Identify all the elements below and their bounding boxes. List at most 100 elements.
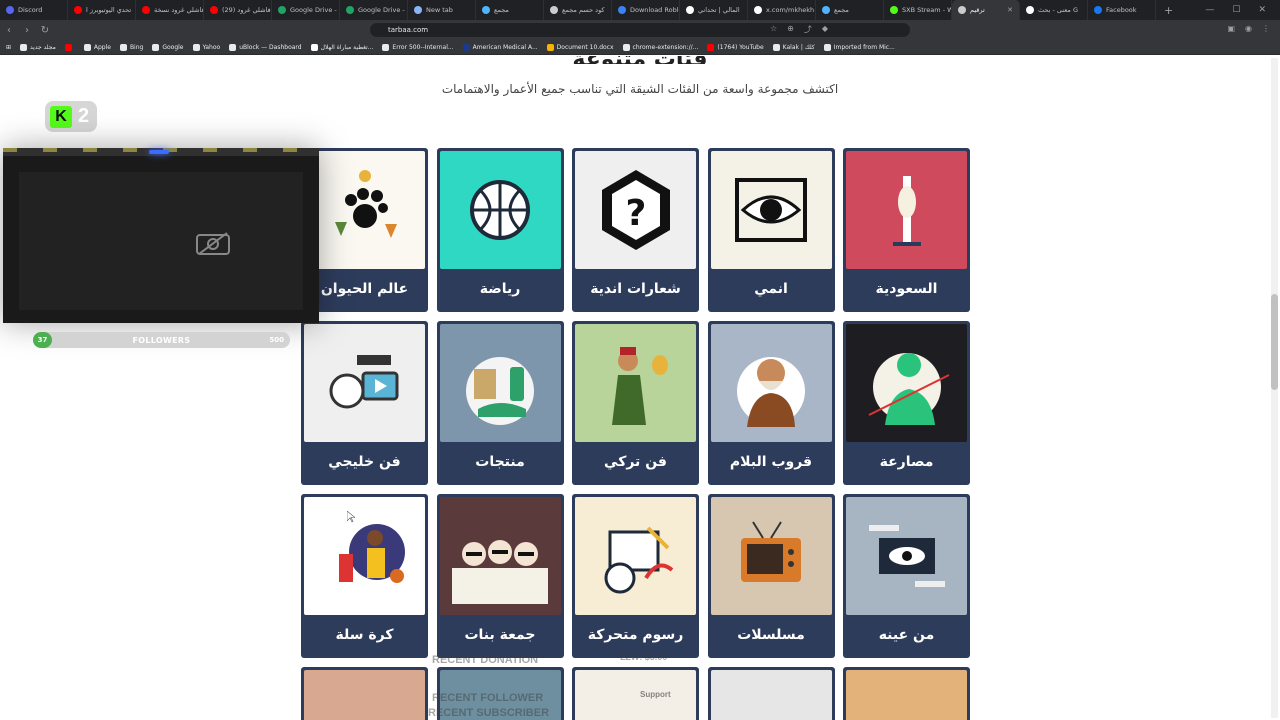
- category-card[interactable]: مسلسلات: [707, 494, 835, 658]
- back-icon[interactable]: ‹: [0, 25, 18, 36]
- bookmark-favicon-icon: [64, 43, 72, 51]
- svg-text:?: ?: [625, 193, 646, 234]
- new-tab-button[interactable]: +: [1156, 4, 1181, 17]
- bookmark-item[interactable]: [64, 43, 75, 51]
- recent-subscriber-label: RECENT SUBSCRIBER: [428, 707, 550, 719]
- category-card[interactable]: رياضة: [436, 148, 564, 312]
- browser-tab[interactable]: مجمع: [816, 0, 884, 20]
- category-card[interactable]: ? شعارات اندية: [572, 148, 699, 312]
- maximize-icon[interactable]: ☐: [1232, 5, 1240, 15]
- category-card[interactable]: السعودية: [843, 148, 970, 312]
- bookmark-item[interactable]: Error 500--Internal...: [382, 43, 454, 51]
- browser-tab[interactable]: Discord: [0, 0, 68, 20]
- zoom-icon[interactable]: ⊕: [787, 24, 794, 35]
- category-card[interactable]: عالم الحيوان: [301, 148, 428, 312]
- extensions-puzzle-icon[interactable]: ▣: [1227, 24, 1235, 33]
- tab-label: فاشلي غرود نسخة: [154, 6, 204, 14]
- basketball-icon: [304, 497, 425, 615]
- category-card[interactable]: منتجات: [436, 321, 564, 485]
- browser-tab[interactable]: x.com/mkhekh: [748, 0, 816, 20]
- category-label: رياضة: [479, 281, 521, 297]
- tab-favicon-icon: [346, 6, 354, 14]
- bookmark-item[interactable]: Apple: [83, 43, 111, 51]
- bookmark-item[interactable]: American Medical A...: [462, 43, 538, 51]
- bookmark-item[interactable]: Bing: [119, 43, 143, 51]
- tab-favicon-icon: [74, 6, 82, 14]
- bookmark-item[interactable]: تغطية مباراة الهلال...: [310, 43, 373, 51]
- extension-icon[interactable]: ◆: [822, 24, 828, 35]
- browser-tab[interactable]: فاشلي غرود نسخة: [136, 0, 204, 20]
- browser-tab[interactable]: Google Drive -: [340, 0, 408, 20]
- category-card[interactable]: [707, 667, 835, 720]
- bookmark-item[interactable]: Google: [152, 43, 184, 51]
- page-subtitle: اكتشف مجموعة واسعة من الفئات الشيقة التي…: [441, 82, 839, 96]
- tab-label: معنى - بحث G: [1038, 6, 1078, 14]
- category-card[interactable]: [572, 667, 699, 720]
- browser-tab[interactable]: Google Drive -: [272, 0, 340, 20]
- bookmark-label: مجلد جديد: [30, 43, 56, 51]
- browser-tab[interactable]: معنى - بحث G: [1020, 0, 1088, 20]
- animation-icon: [575, 497, 696, 615]
- browser-tab[interactable]: New tab: [408, 0, 476, 20]
- bookmark-favicon-icon: [462, 43, 470, 51]
- tab-favicon-icon: [550, 6, 558, 14]
- bookmark-item[interactable]: chrome-extension://...: [622, 43, 698, 51]
- tab-label: مجمع: [834, 6, 849, 14]
- category-card[interactable]: انمي: [707, 148, 835, 312]
- paw-icon: [304, 151, 425, 269]
- category-label: فن خليجي: [328, 454, 401, 470]
- browser-tab[interactable]: كود حسم مجمع: [544, 0, 612, 20]
- category-card[interactable]: قروب البلام: [707, 321, 835, 485]
- bookmark-item[interactable]: Document 10.docx: [546, 43, 614, 51]
- page-scrollbar[interactable]: [1271, 58, 1278, 718]
- category-label: فن تركي: [604, 454, 667, 470]
- bookmark-favicon-icon: [546, 43, 554, 51]
- bookmark-favicon-icon: [382, 43, 390, 51]
- browser-tab[interactable]: Download Roblo: [612, 0, 680, 20]
- bookmark-item[interactable]: uBlock — Dashboard: [229, 43, 302, 51]
- bookmark-item[interactable]: مجلد جديد: [20, 43, 56, 51]
- bookmark-item[interactable]: Kalak | كلك: [772, 43, 815, 51]
- close-window-icon[interactable]: ✕: [1258, 5, 1266, 15]
- category-label: مصارعة: [879, 454, 934, 470]
- category-card[interactable]: [301, 667, 428, 720]
- profile-icon[interactable]: ◉: [1245, 24, 1252, 33]
- bookmark-item[interactable]: (1764) YouTube: [707, 43, 764, 51]
- category-card[interactable]: جمعة بنات: [436, 494, 564, 658]
- category-card[interactable]: من عينه: [843, 494, 970, 658]
- film-icon: [304, 324, 425, 442]
- category-card[interactable]: مصارعة: [843, 321, 970, 485]
- browser-tab[interactable]: (29) فاشلي غرود: [204, 0, 272, 20]
- category-image: [710, 670, 832, 720]
- scrollbar-thumb[interactable]: [1271, 294, 1278, 390]
- bookmark-item[interactable]: Imported from Mic...: [823, 43, 895, 51]
- wrestler-icon: [846, 324, 967, 442]
- category-label: منتجات: [475, 454, 525, 470]
- address-bar[interactable]: tarbaa.com: [370, 23, 910, 37]
- browser-tab[interactable]: المالي | تحداني: [680, 0, 748, 20]
- category-card[interactable]: كرة سلة: [301, 494, 428, 658]
- category-card[interactable]: فن خليجي: [301, 321, 428, 485]
- browser-tab[interactable]: SXB Stream - W: [884, 0, 952, 20]
- kick-logo-icon: K: [50, 105, 72, 128]
- browser-tab[interactable]: Facebook: [1088, 0, 1156, 20]
- apps-grid-icon[interactable]: ⊞: [6, 44, 11, 51]
- tab-close-icon[interactable]: ✕: [1007, 6, 1013, 14]
- tab-label: تحدي اليوتيوبرز ا: [86, 6, 132, 14]
- category-card[interactable]: [843, 667, 970, 720]
- mouse-cursor-icon: [347, 511, 355, 523]
- reload-icon[interactable]: ↻: [36, 25, 54, 36]
- share-icon[interactable]: ⤴: [804, 24, 812, 35]
- category-card[interactable]: رسوم متحركة: [572, 494, 699, 658]
- bookmark-star-icon[interactable]: ☆: [770, 24, 777, 35]
- minimize-icon[interactable]: —: [1205, 5, 1214, 15]
- forward-icon[interactable]: ›: [18, 25, 36, 36]
- browser-tab[interactable]: مجمع: [476, 0, 544, 20]
- browser-tab[interactable]: تحدي اليوتيوبرز ا: [68, 0, 136, 20]
- bookmark-item[interactable]: Yahoo: [192, 43, 220, 51]
- bookmark-label: uBlock — Dashboard: [239, 43, 302, 51]
- webcam-frame: [3, 148, 319, 323]
- category-card[interactable]: فن تركي: [572, 321, 699, 485]
- browser-tab[interactable]: ترقيم ✕: [952, 0, 1020, 20]
- menu-icon[interactable]: ⋮: [1262, 24, 1270, 33]
